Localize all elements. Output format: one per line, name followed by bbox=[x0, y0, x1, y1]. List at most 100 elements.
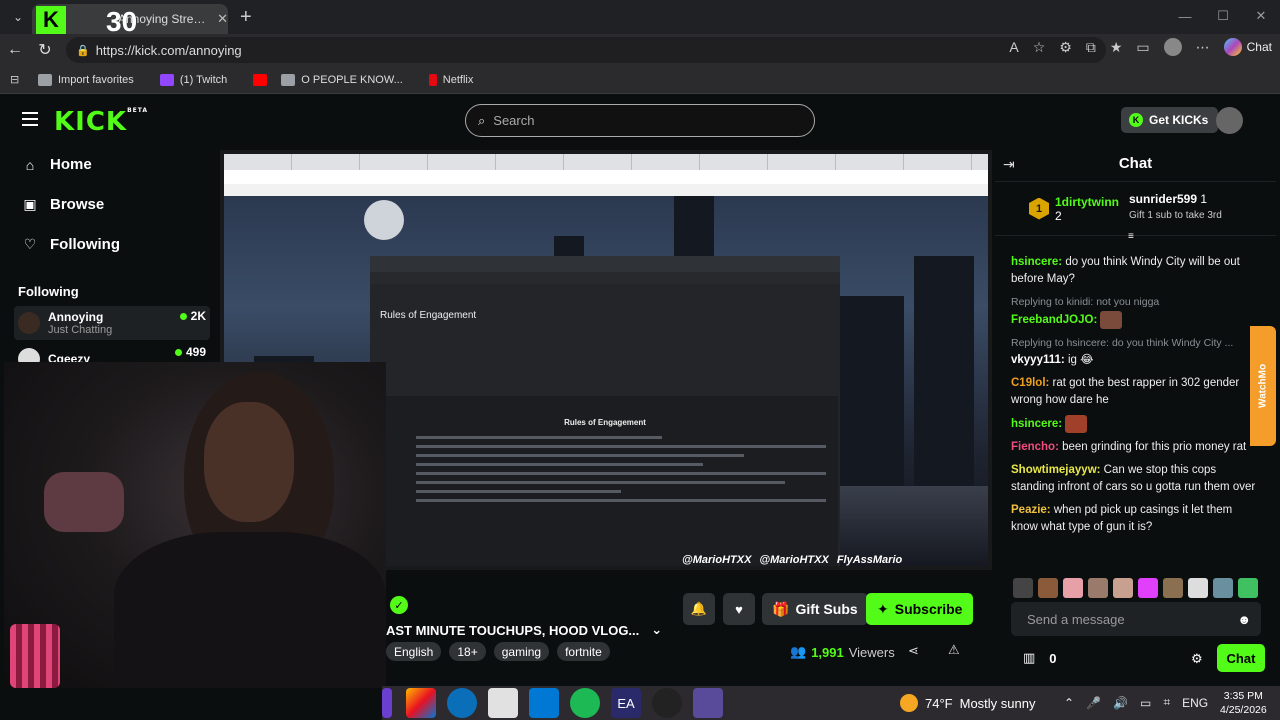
display-icon[interactable]: ▭ bbox=[1140, 696, 1151, 710]
read-aloud-icon[interactable]: A bbox=[1009, 39, 1018, 55]
bookmark-twitch[interactable]: (1) Twitch bbox=[159, 73, 227, 86]
pinned-expand-icon[interactable]: ≡ bbox=[1128, 231, 1134, 242]
sidebar-toggle-icon[interactable]: ⊟ bbox=[10, 73, 24, 86]
emote-icon[interactable] bbox=[1038, 578, 1058, 598]
minimize-button[interactable]: — bbox=[1166, 0, 1204, 32]
new-tab-button[interactable]: + bbox=[240, 6, 252, 29]
chat-send-button[interactable]: Chat bbox=[1217, 644, 1265, 672]
chat-username[interactable]: C19lol: bbox=[1011, 377, 1049, 389]
explorer-icon[interactable] bbox=[529, 688, 559, 718]
store-icon[interactable] bbox=[488, 688, 518, 718]
second-gifter-name[interactable]: sunrider599 bbox=[1129, 192, 1197, 206]
viewer-count: 1,991 bbox=[811, 644, 844, 660]
emote-icon[interactable] bbox=[1238, 578, 1258, 598]
clock[interactable]: 3:35 PM 4/25/2026 bbox=[1220, 689, 1267, 717]
sidebar-item-browse[interactable]: ▣ Browse bbox=[22, 196, 104, 213]
extensions-icon[interactable]: ⚙ bbox=[1059, 39, 1072, 56]
emote-icon[interactable] bbox=[1113, 578, 1133, 598]
volume-icon[interactable]: 🔊 bbox=[1113, 696, 1128, 710]
sidebar-item-following[interactable]: ♡ Following bbox=[22, 236, 120, 253]
maximize-button[interactable]: ☐ bbox=[1204, 0, 1242, 32]
emote-icon[interactable] bbox=[1138, 578, 1158, 598]
back-button[interactable]: ← bbox=[0, 41, 30, 59]
chat-message-input[interactable]: Send a message ☻ bbox=[1011, 602, 1261, 636]
favorites-icon[interactable]: ★ bbox=[1110, 39, 1123, 56]
close-tab-icon[interactable]: ✕ bbox=[217, 11, 228, 27]
gift-subs-label: Gift Subs bbox=[795, 601, 858, 617]
weather-widget[interactable]: 74°F Mostly sunny bbox=[900, 694, 1035, 712]
notification-bell-button[interactable]: 🔔 bbox=[683, 593, 715, 625]
tag[interactable]: fortnite bbox=[557, 642, 610, 661]
kick-logo[interactable]: KICKBETA bbox=[54, 107, 148, 137]
bookmark-netflix[interactable]: Netflix bbox=[428, 73, 473, 86]
sidebar-item-home[interactable]: ⌂ Home bbox=[22, 156, 92, 173]
chat-settings-icon[interactable]: ⚙ bbox=[1191, 651, 1203, 667]
reply-context[interactable]: Replying to kinidi: not you nigga bbox=[1011, 294, 1260, 311]
stream-title: AST MINUTE TOUCHUPS, HOOD VLOG... ⌄ bbox=[386, 622, 662, 638]
tab-list-button[interactable]: ⌄ bbox=[4, 3, 32, 31]
url-field[interactable]: 🔒 https://kick.com/annoying bbox=[66, 37, 1106, 63]
menu-icon[interactable] bbox=[22, 112, 38, 126]
tag[interactable]: 18+ bbox=[449, 642, 486, 661]
bookmark-import-favorites[interactable]: Import favorites bbox=[38, 73, 134, 86]
ea-icon[interactable]: EA bbox=[611, 688, 641, 718]
emoji-picker-icon[interactable]: ☻ bbox=[1237, 612, 1251, 627]
chat-username[interactable]: Fiencho: bbox=[1011, 441, 1059, 453]
close-window-button[interactable]: ✕ bbox=[1242, 0, 1280, 32]
follow-heart-button[interactable]: ♥ bbox=[723, 593, 755, 625]
taskbar-app-icon[interactable] bbox=[382, 688, 392, 718]
site-info-icon[interactable]: 🔒 bbox=[76, 44, 90, 57]
chevron-up-icon[interactable]: ⌃ bbox=[1064, 696, 1074, 710]
chat-username[interactable]: FreebandJOJO: bbox=[1011, 314, 1097, 326]
emote-icon[interactable] bbox=[1013, 578, 1033, 598]
favorite-star-icon[interactable]: ☆ bbox=[1033, 39, 1046, 56]
more-menu-icon[interactable]: ⋯ bbox=[1196, 39, 1210, 56]
emote-bar bbox=[1013, 578, 1258, 598]
spotify-icon[interactable] bbox=[570, 688, 600, 718]
obs-icon[interactable] bbox=[652, 688, 682, 718]
discord-icon[interactable] bbox=[693, 688, 723, 718]
emote-icon[interactable] bbox=[1213, 578, 1233, 598]
active-tab[interactable]: K 30 Annoying Stream - Watch Live ✕ bbox=[32, 4, 228, 37]
tag[interactable]: gaming bbox=[493, 642, 550, 661]
emote-icon[interactable] bbox=[1163, 578, 1183, 598]
emote-icon[interactable] bbox=[1188, 578, 1208, 598]
edge-icon[interactable] bbox=[447, 688, 477, 718]
subscribe-button[interactable]: ✦ Subscribe bbox=[866, 593, 974, 625]
chat-username[interactable]: hsincere: bbox=[1011, 418, 1062, 430]
channel-annoying[interactable]: Annoying Just Chatting 2K bbox=[14, 306, 210, 340]
profile-avatar[interactable] bbox=[1163, 38, 1182, 56]
get-kicks-button[interactable]: K Get KICKs bbox=[1121, 107, 1219, 133]
collapse-chat-icon[interactable]: ⇥ bbox=[1003, 156, 1015, 173]
top-gifter-name[interactable]: 1dirtytwinn bbox=[1055, 195, 1119, 209]
search-input[interactable]: ⌕ Search bbox=[465, 104, 815, 137]
split-screen-icon[interactable]: ▭ bbox=[1136, 39, 1149, 56]
copilot-icon[interactable] bbox=[406, 688, 436, 718]
emote-icon[interactable] bbox=[1088, 578, 1108, 598]
mic-icon[interactable]: 🎤 bbox=[1086, 696, 1101, 710]
reload-button[interactable]: ↻ bbox=[30, 40, 60, 60]
user-avatar[interactable] bbox=[1216, 107, 1243, 134]
chevron-down-icon[interactable]: ⌄ bbox=[651, 622, 662, 638]
report-icon[interactable]: ⚠ bbox=[948, 642, 960, 658]
bookmark-people-know[interactable]: O PEOPLE KNOW... bbox=[281, 73, 403, 86]
chat-username[interactable]: hsincere: bbox=[1011, 256, 1062, 268]
kicks-balance[interactable]: ▥ 0 bbox=[1023, 650, 1057, 666]
subscribe-label: Subscribe bbox=[894, 601, 963, 617]
language-indicator[interactable]: ENG bbox=[1182, 696, 1208, 710]
collections-icon[interactable]: ⧉ bbox=[1086, 39, 1096, 56]
star-icon: ✦ bbox=[877, 600, 889, 617]
emote-icon[interactable] bbox=[1063, 578, 1083, 598]
watchmo-promo[interactable]: WatchMo bbox=[1250, 326, 1276, 446]
gift-subs-button[interactable]: 🎁 Gift Subs bbox=[762, 593, 868, 625]
heart-icon: ♥ bbox=[735, 601, 743, 617]
chat-username[interactable]: vkyyy111: bbox=[1011, 354, 1065, 366]
bookmark-youtube[interactable] bbox=[253, 73, 268, 86]
chat-username[interactable]: Peazie: bbox=[1011, 504, 1051, 516]
tag[interactable]: English bbox=[386, 642, 442, 661]
copilot-chat-button[interactable]: Chat bbox=[1223, 38, 1272, 56]
chat-username[interactable]: Showtimejayyw: bbox=[1011, 464, 1100, 476]
network-icon[interactable]: ⌗ bbox=[1163, 695, 1170, 710]
reply-context[interactable]: Replying to hsincere: do you think Windy… bbox=[1011, 335, 1260, 352]
share-icon[interactable]: ⋖ bbox=[908, 643, 919, 659]
